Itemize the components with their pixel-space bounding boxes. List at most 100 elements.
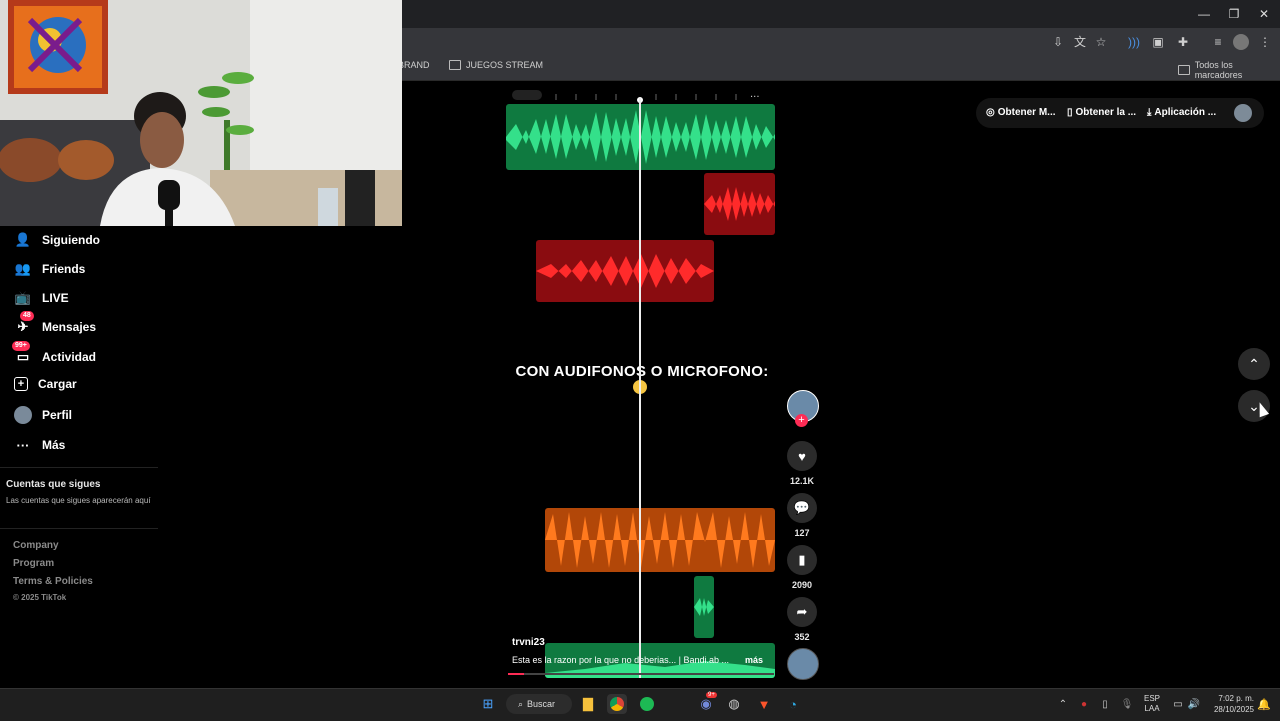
share-button[interactable]: ➦ xyxy=(787,597,817,627)
sidebar-item-label: Más xyxy=(42,438,66,452)
share-icon: ➦ xyxy=(796,604,808,619)
notifications-icon[interactable]: 🔔 xyxy=(1254,694,1274,714)
video-player[interactable]: ··· CON AUDIFONOS O MICROFONO: trvni23 E… xyxy=(506,88,778,678)
user-avatar[interactable] xyxy=(1234,104,1252,122)
comment-button[interactable]: 💬 xyxy=(787,493,817,523)
taskbar-search[interactable]: ⌕ Buscar xyxy=(506,694,572,714)
video-username[interactable]: trvni23 xyxy=(512,637,545,648)
clock[interactable]: 7:02 p. m. 28/10/2025 xyxy=(1204,693,1254,715)
start-windows-icon[interactable]: ⊞ xyxy=(478,694,498,714)
bookmark-icon: ▮ xyxy=(798,552,806,567)
video-progress-track[interactable] xyxy=(508,673,774,675)
music-disc-avatar[interactable] xyxy=(787,648,819,680)
previous-video-button[interactable]: ⌃ xyxy=(1238,348,1270,380)
save-button[interactable]: ▮ xyxy=(787,545,817,575)
sidebar-item-siguiendo[interactable]: 👤 Siguiendo xyxy=(14,231,100,249)
timeline-playhead xyxy=(639,98,641,678)
share-count: 352 xyxy=(794,632,810,642)
sidebar-item-label: Perfil xyxy=(42,408,73,422)
keyboard-layout[interactable]: ESP LAA xyxy=(1144,694,1160,714)
profile-avatar xyxy=(14,406,32,424)
sidebar-item-friends[interactable]: 👥 Friends xyxy=(14,260,85,278)
following-section-desc: Las cuentas que sigues aparecerán aquí xyxy=(6,496,151,505)
get-app-button[interactable]: ▯ Obtener la ... xyxy=(1067,107,1136,118)
sidebar-item-label: Friends xyxy=(42,262,86,276)
chevron-up-icon: ⌃ xyxy=(1248,355,1260,372)
footer-copyright: © 2025 TikTok xyxy=(13,593,67,602)
sidebar-item-label: Siguiendo xyxy=(42,233,100,247)
comment-icon: 💬 xyxy=(793,500,811,515)
chrome-icon[interactable] xyxy=(607,694,627,714)
footer-company[interactable]: Company xyxy=(13,540,59,551)
tray-app-icon[interactable]: ● xyxy=(1074,694,1094,714)
tray-chevron-up-icon[interactable]: ⌃ xyxy=(1053,694,1073,714)
footer-terms[interactable]: Terms & Policies xyxy=(13,576,93,587)
folder-icon xyxy=(449,60,461,70)
audio-clip-orange xyxy=(545,508,775,572)
audio-clip-red xyxy=(536,240,714,302)
messages-badge: 48 xyxy=(20,311,34,321)
following-section-title: Cuentas que sigues xyxy=(6,479,101,490)
upload-icon: + xyxy=(14,377,28,391)
file-explorer-icon[interactable]: ▇ xyxy=(578,694,598,714)
comment-count: 127 xyxy=(794,528,810,538)
microphone-icon[interactable]: 🎙 xyxy=(1117,694,1137,714)
steam-icon[interactable]: ◍ xyxy=(724,694,744,714)
close-icon[interactable]: ✕ xyxy=(1256,6,1272,22)
following-icon: 👤 xyxy=(14,232,32,247)
menu-dots-icon[interactable]: ⋮ xyxy=(1257,34,1273,50)
bookmark-juegos-stream[interactable]: JUEGOS STREAM xyxy=(449,60,543,70)
extensions-puzzle-icon[interactable]: ✚ xyxy=(1175,34,1191,50)
heart-icon: ♥ xyxy=(798,448,806,464)
activity-icon: ▭ 99+ xyxy=(12,341,32,366)
brave-icon[interactable]: ▼ xyxy=(754,694,774,714)
bookmark-star-icon[interactable]: ☆ xyxy=(1093,34,1109,50)
bookmark-brand[interactable]: BRAND xyxy=(398,60,430,70)
audio-clip-red xyxy=(704,173,775,235)
sidebar-item-perfil[interactable]: Perfil xyxy=(14,406,72,424)
more-link[interactable]: más xyxy=(745,655,763,665)
search-icon: ⌕ xyxy=(518,698,524,709)
activity-badge: 99+ xyxy=(12,341,30,351)
footer-program[interactable]: Program xyxy=(13,558,54,569)
extension-icon[interactable]: ))) xyxy=(1126,34,1142,50)
video-caption-overlay: CON AUDIFONOS O MICROFONO: xyxy=(515,363,769,380)
video-progress-fill xyxy=(508,673,524,675)
volume-icon[interactable]: 🔊 xyxy=(1184,694,1204,714)
folder-icon xyxy=(1178,65,1190,75)
edge-icon[interactable]: ◔ xyxy=(783,694,803,714)
get-coins-button[interactable]: ◎ Obtener M... xyxy=(986,107,1056,118)
like-button[interactable]: ♥ xyxy=(787,441,817,471)
timeline-ruler: ··· xyxy=(512,90,760,103)
sidebar-item-label: LIVE xyxy=(42,291,69,305)
sidebar-divider xyxy=(0,467,158,468)
sidebar-item-live[interactable]: 📺 LIVE xyxy=(14,289,69,307)
spotify-icon[interactable] xyxy=(637,694,657,714)
more-icon: ··· xyxy=(16,437,30,453)
sidebar-item-label: Actividad xyxy=(42,350,97,364)
coin-icon: ◎ xyxy=(986,107,995,118)
restore-icon[interactable]: ❐ xyxy=(1226,6,1242,22)
install-app-icon[interactable]: ⇩ xyxy=(1050,34,1066,50)
follow-plus-icon[interactable]: + xyxy=(795,414,808,427)
media-control-icon[interactable]: ≡ xyxy=(1210,34,1226,50)
all-bookmarks[interactable]: Todos los marcadores xyxy=(1178,60,1280,80)
minimize-icon[interactable]: — xyxy=(1196,6,1212,22)
sidebar-divider xyxy=(0,528,158,529)
live-icon: 📺 xyxy=(14,290,32,305)
sidebar-item-cargar[interactable]: + Cargar xyxy=(14,377,77,391)
audio-clip-green xyxy=(694,576,714,638)
sidebar-item-mas[interactable]: ··· Más xyxy=(14,436,66,454)
save-count: 2090 xyxy=(791,580,813,590)
usb-icon[interactable]: ▯ xyxy=(1095,694,1115,714)
phone-icon: ▯ xyxy=(1067,107,1073,118)
sidebar-item-mensajes[interactable]: ✈ 48 Mensajes xyxy=(14,311,97,336)
sidebar-item-label: Mensajes xyxy=(42,320,97,334)
desktop-app-button[interactable]: ⤓ Aplicación ... xyxy=(1147,107,1216,118)
translate-icon[interactable]: 文 xyxy=(1072,34,1088,50)
friends-icon: 👥 xyxy=(14,261,32,276)
profile-avatar[interactable] xyxy=(1233,34,1249,50)
sidebar-item-actividad[interactable]: ▭ 99+ Actividad xyxy=(12,341,97,366)
sidebar-item-label: Cargar xyxy=(38,377,77,391)
extension-icon[interactable]: ▣ xyxy=(1150,34,1166,50)
